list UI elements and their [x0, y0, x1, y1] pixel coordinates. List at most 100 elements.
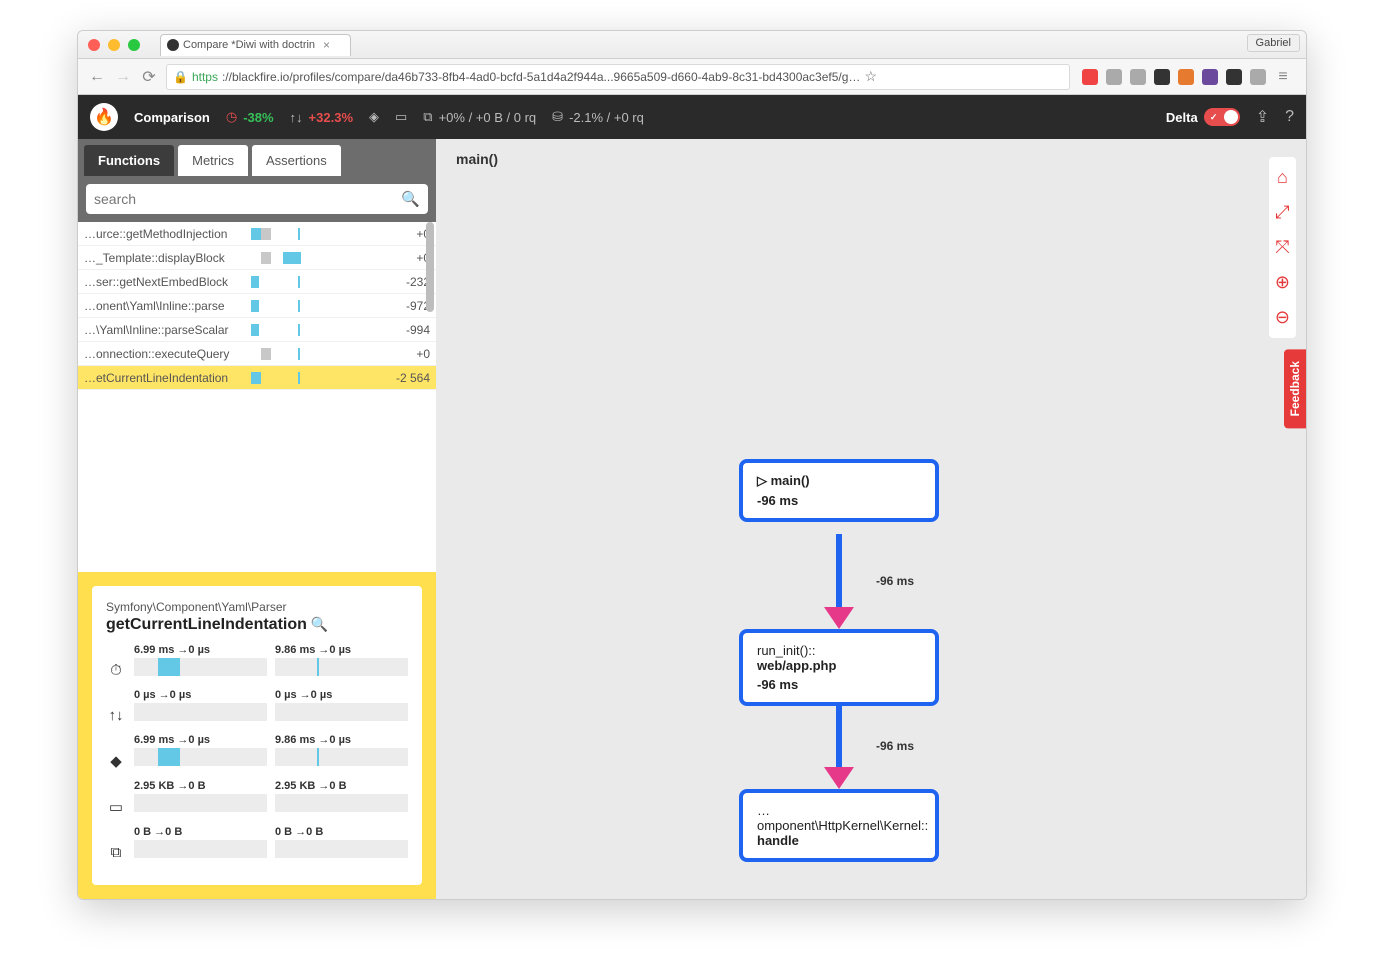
tab-functions[interactable]: Functions [84, 145, 174, 176]
forward-button[interactable]: → [114, 68, 132, 86]
function-bars [243, 225, 363, 243]
tab-assertions[interactable]: Assertions [252, 145, 341, 176]
function-row[interactable]: …\Yaml\Inline::parseScalar-994 [78, 318, 436, 342]
time-pct: -38% [243, 110, 273, 125]
tab-metrics[interactable]: Metrics [178, 145, 248, 176]
function-bars [243, 321, 363, 339]
metric-right-bar [275, 658, 408, 676]
metric-left-bar [134, 658, 267, 676]
close-window-button[interactable] [88, 39, 100, 51]
metric-left-label: 0 B →0 B [134, 826, 267, 838]
arrow-down-icon [824, 607, 854, 629]
search-field[interactable] [94, 191, 401, 207]
metric-right-label: 2.95 KB →0 B [275, 780, 408, 792]
function-name: …onent\Yaml\Inline::parse [84, 299, 239, 313]
fit-icon[interactable]: ⤧ [1275, 237, 1289, 258]
metric-left-bar [134, 748, 267, 766]
cpu-icon: ◈ [369, 109, 379, 125]
function-name: …onnection::executeQuery [84, 347, 239, 361]
extension-icon[interactable] [1106, 69, 1122, 85]
tab-title: Compare *Diwi with doctrin [183, 39, 315, 51]
mem-icon: ▭ [395, 109, 407, 125]
url-scheme: https [192, 70, 218, 84]
browser-tab[interactable]: Compare *Diwi with doctrin × [160, 34, 351, 56]
io-metric: ↑↓ +32.3% [290, 110, 353, 125]
function-count: -994 [367, 323, 430, 337]
flame-logo-icon[interactable]: 🔥 [90, 103, 118, 131]
extension-icon[interactable] [1250, 69, 1266, 85]
delta-toggle[interactable]: Delta ✓ [1166, 108, 1240, 126]
switch-icon[interactable]: ✓ [1204, 108, 1240, 126]
function-row[interactable]: …etCurrentLineIndentation-2 564 [78, 366, 436, 390]
callgraph-node[interactable]: …omponent\HttpKernel\Kernel::handle [739, 789, 939, 862]
url-host: ://blackfire.io/profiles/compare/da46b73… [222, 70, 860, 84]
function-bars [243, 297, 363, 315]
metric-left-label: 6.99 ms →0 µs [134, 734, 267, 746]
search-icon[interactable]: 🔍 [401, 190, 420, 208]
function-count: +0 [367, 251, 430, 265]
function-list[interactable]: …urce::getMethodInjection+0…_Template::d… [78, 222, 436, 572]
extension-icon[interactable] [1130, 69, 1146, 85]
url-field[interactable]: 🔒 https ://blackfire.io/profiles/compare… [166, 64, 1070, 90]
delta-label: Delta [1166, 110, 1198, 125]
traffic-lights [78, 39, 140, 51]
search-icon[interactable]: 🔍 [311, 616, 328, 632]
reload-button[interactable]: ⟳ [140, 67, 158, 87]
share-icon[interactable]: ⇪ [1256, 107, 1269, 127]
function-row[interactable]: …ser::getNextEmbedBlock-232 [78, 270, 436, 294]
metric-left-bar [134, 794, 267, 812]
mem-metric: ▭ [395, 109, 407, 125]
metric-right-bar [275, 794, 408, 812]
cpu-metric: ◈ [369, 109, 379, 125]
feedback-tab[interactable]: Feedback [1284, 349, 1306, 428]
function-name: …etCurrentLineIndentation [84, 371, 239, 385]
database-icon: ⛁ [552, 109, 563, 125]
detail-function-name: getCurrentLineIndentation🔍 [106, 616, 408, 634]
scrollbar-thumb[interactable] [426, 222, 434, 312]
menu-icon[interactable]: ≡ [1274, 68, 1292, 86]
zoom-in-icon[interactable]: ⊕ [1275, 272, 1290, 293]
back-button[interactable]: ← [88, 68, 106, 86]
metric-left-label: 2.95 KB →0 B [134, 780, 267, 792]
metric-icon: ↑↓ [106, 707, 126, 724]
window-titlebar: Compare *Diwi with doctrin × Gabriel [78, 31, 1306, 59]
function-bars [243, 369, 363, 387]
close-tab-icon[interactable]: × [323, 38, 330, 52]
bookmark-star-icon[interactable]: ☆ [864, 68, 877, 85]
extension-icon[interactable] [1226, 69, 1242, 85]
profile-chip[interactable]: Gabriel [1247, 34, 1300, 52]
node-line2: web/app.php [757, 658, 921, 673]
function-row[interactable]: …onent\Yaml\Inline::parse-972 [78, 294, 436, 318]
address-bar: ← → ⟳ 🔒 https ://blackfire.io/profiles/c… [78, 59, 1306, 95]
function-count: -232 [367, 275, 430, 289]
metric-icon: ⧉ [106, 844, 126, 861]
help-icon[interactable]: ? [1285, 108, 1294, 126]
function-bars [243, 249, 363, 267]
metric-left-bar [134, 703, 267, 721]
function-row[interactable]: …urce::getMethodInjection+0 [78, 222, 436, 246]
clock-icon: ◷ [226, 109, 237, 125]
function-row[interactable]: …onnection::executeQuery+0 [78, 342, 436, 366]
maximize-window-button[interactable] [128, 39, 140, 51]
extension-icon[interactable] [1082, 69, 1098, 85]
extension-icon[interactable] [1202, 69, 1218, 85]
metric-left-label: 6.99 ms →0 µs [134, 644, 267, 656]
home-icon[interactable]: ⌂ [1277, 167, 1288, 188]
callgraph-node[interactable]: run_init()::web/app.php-96 ms [739, 629, 939, 706]
callgraph-panel[interactable]: main() ⌂ ⤢ ⤧ ⊕ ⊖ Feedback ▷ main()-96 ms… [436, 139, 1306, 899]
metric-left-bar [134, 840, 267, 858]
search-input[interactable]: 🔍 [86, 184, 428, 214]
extension-icon[interactable] [1154, 69, 1170, 85]
function-row[interactable]: …_Template::displayBlock+0 [78, 246, 436, 270]
extension-icon[interactable] [1178, 69, 1194, 85]
edge-label: -96 ms [876, 574, 914, 588]
metric-right-bar [275, 748, 408, 766]
callgraph-node[interactable]: ▷ main()-96 ms [739, 459, 939, 522]
zoom-out-icon[interactable]: ⊖ [1275, 307, 1290, 328]
io-icon: ↑↓ [290, 110, 303, 125]
node-line1: ▷ main() [757, 473, 921, 489]
io-pct: +32.3% [309, 110, 353, 125]
minimize-window-button[interactable] [108, 39, 120, 51]
expand-icon[interactable]: ⤢ [1275, 202, 1289, 223]
network-icon: ⧉ [423, 109, 432, 125]
